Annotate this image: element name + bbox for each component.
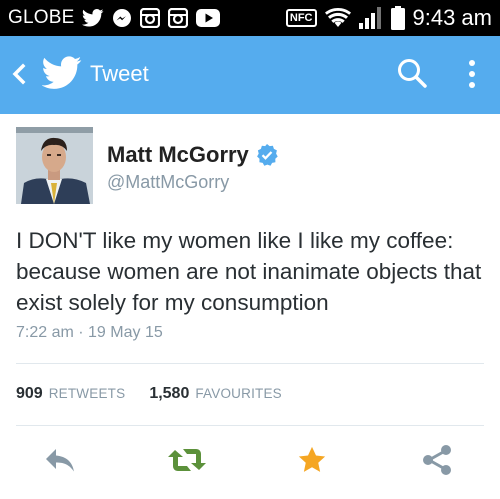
youtube-icon xyxy=(196,9,221,27)
nfc-badge: NFC xyxy=(285,9,317,27)
status-right: NFC 9:43 am xyxy=(285,0,493,36)
twitter-bird-logo-icon[interactable] xyxy=(41,56,82,90)
instagram-icon xyxy=(168,8,189,28)
status-left: GLOBE xyxy=(8,0,221,36)
share-icon[interactable] xyxy=(415,438,459,482)
retweet-count[interactable]: 909 xyxy=(16,385,43,403)
divider xyxy=(16,363,484,364)
search-icon[interactable] xyxy=(395,56,429,90)
app-bar: Tweet xyxy=(0,36,500,114)
reply-icon[interactable] xyxy=(38,438,82,482)
page-title: Tweet xyxy=(90,61,149,86)
divider xyxy=(16,425,484,426)
status-clock: 9:43 am xyxy=(412,5,493,30)
favourite-star-icon[interactable] xyxy=(290,438,334,482)
signal-icon xyxy=(358,7,383,29)
avatar[interactable] xyxy=(16,127,93,204)
instagram-icon xyxy=(140,8,161,28)
author-name-text: Matt McGorry xyxy=(107,142,249,167)
retweet-icon[interactable] xyxy=(165,438,209,482)
wifi-icon xyxy=(324,8,351,28)
favourite-count[interactable]: 1,580 xyxy=(149,385,189,403)
favourite-label[interactable]: FAVOURITES xyxy=(195,386,282,401)
carrier-label: GLOBE xyxy=(8,7,75,28)
author-handle[interactable]: @MattMcGorry xyxy=(107,172,229,193)
retweet-label[interactable]: RETWEETS xyxy=(49,386,126,401)
tweet-timestamp: 7:22 am · 19 May 15 xyxy=(16,324,163,341)
tweet-text: I DON'T like my women like I like my cof… xyxy=(16,228,482,315)
status-bar: GLOBE NFC 9:43 am xyxy=(0,0,500,36)
tweet-actions xyxy=(0,438,500,482)
messenger-icon xyxy=(112,8,132,28)
battery-icon xyxy=(390,6,405,30)
verified-badge-icon xyxy=(256,144,278,166)
twitter-icon xyxy=(82,9,104,27)
author-name[interactable]: Matt McGorry xyxy=(107,142,279,168)
back-chevron-icon[interactable] xyxy=(8,59,30,89)
overflow-menu-icon[interactable] xyxy=(462,54,482,94)
tweet-stats: 909 RETWEETS 1,580 FAVOURITES xyxy=(16,385,282,403)
